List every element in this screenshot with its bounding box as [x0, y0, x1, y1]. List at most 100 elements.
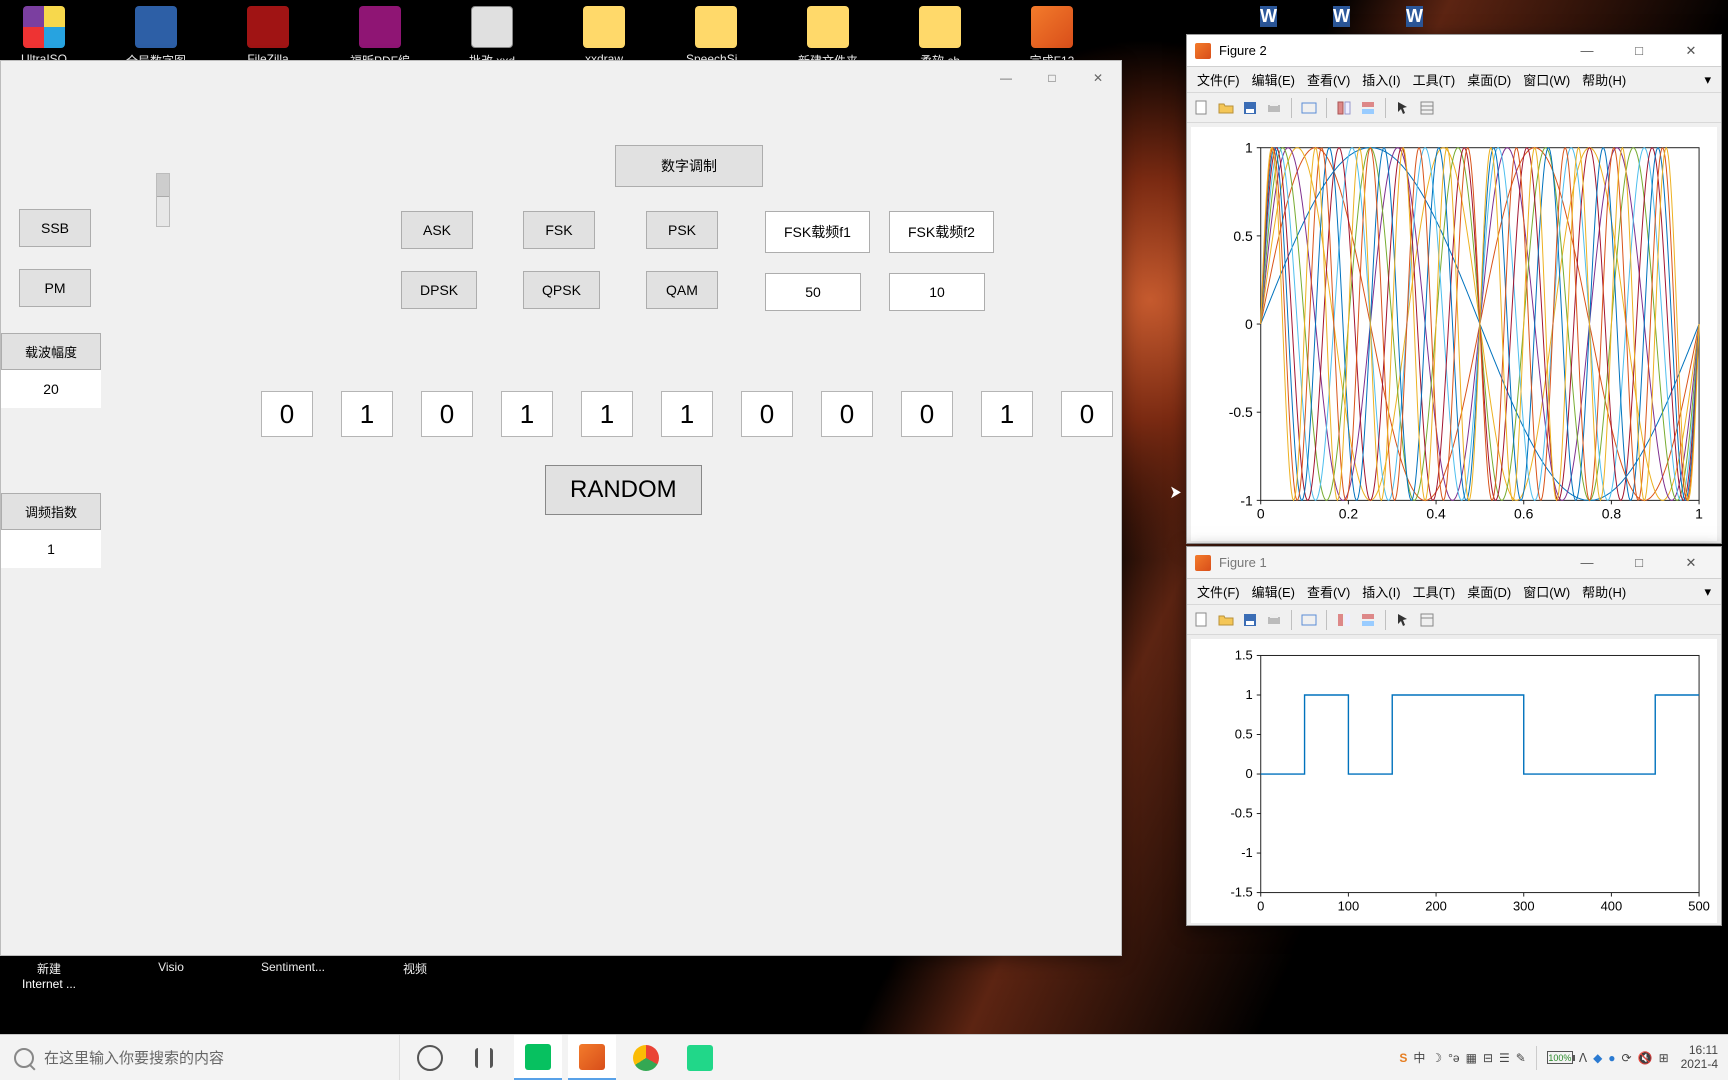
- bit-box[interactable]: 0: [261, 391, 313, 437]
- bit-box[interactable]: 1: [981, 391, 1033, 437]
- link-icon[interactable]: [1298, 97, 1320, 119]
- menu-window[interactable]: 窗口(W): [1519, 580, 1574, 603]
- link-icon[interactable]: [1298, 609, 1320, 631]
- menu-file[interactable]: 文件(F): [1193, 68, 1244, 91]
- menu-edit[interactable]: 编辑(E): [1248, 580, 1299, 603]
- wechat-taskbar-icon[interactable]: [514, 1035, 562, 1080]
- menu-help[interactable]: 帮助(H): [1578, 580, 1630, 603]
- minimize-button[interactable]: —: [1565, 43, 1609, 58]
- menu-edit[interactable]: 编辑(E): [1248, 68, 1299, 91]
- desktop-icon[interactable]: 视频: [380, 960, 450, 991]
- desktop-icon[interactable]: Sentiment...: [258, 960, 328, 991]
- dpsk-button[interactable]: DPSK: [401, 271, 477, 309]
- taskview-icon[interactable]: [406, 1035, 454, 1080]
- open-icon[interactable]: [1215, 97, 1237, 119]
- menu-insert[interactable]: 插入(I): [1358, 580, 1404, 603]
- bit-box[interactable]: 0: [1061, 391, 1113, 437]
- tray-icon[interactable]: ●: [1608, 1051, 1615, 1065]
- desktop-icon[interactable]: 新建 Internet ...: [14, 960, 84, 991]
- tray-icon[interactable]: ◆: [1593, 1051, 1602, 1065]
- dock1-icon[interactable]: [1333, 609, 1355, 631]
- menu-view[interactable]: 查看(V): [1303, 580, 1354, 603]
- menu-desktop[interactable]: 桌面(D): [1463, 580, 1515, 603]
- tray-icon[interactable]: ☰: [1499, 1051, 1510, 1065]
- carrier-f1-value[interactable]: 50: [765, 273, 861, 311]
- ask-button[interactable]: ASK: [401, 211, 473, 249]
- cortana-icon[interactable]: [460, 1035, 508, 1080]
- pycharm-taskbar-icon[interactable]: [676, 1035, 724, 1080]
- bit-box[interactable]: 0: [821, 391, 873, 437]
- desktop-icon[interactable]: Visio: [136, 960, 206, 991]
- menu-view[interactable]: 查看(V): [1303, 68, 1354, 91]
- qam-button[interactable]: QAM: [646, 271, 718, 309]
- desktop-icon-word[interactable]: W: [1260, 6, 1277, 27]
- volume-icon[interactable]: 🔇: [1638, 1051, 1653, 1065]
- pointer-icon[interactable]: [1392, 609, 1414, 631]
- battery-icon[interactable]: 100%: [1547, 1051, 1573, 1064]
- menu-file[interactable]: 文件(F): [1193, 580, 1244, 603]
- figure-1-axes[interactable]: 0100200300400500-1.5-1-0.500.511.5: [1191, 639, 1717, 923]
- minimize-button[interactable]: —: [1565, 555, 1609, 570]
- taskbar-clock[interactable]: 16:11 2021-4: [1681, 1044, 1718, 1070]
- qpsk-button[interactable]: QPSK: [523, 271, 600, 309]
- maximize-button[interactable]: □: [1617, 555, 1661, 570]
- menu-insert[interactable]: 插入(I): [1358, 68, 1404, 91]
- chrome-taskbar-icon[interactable]: [622, 1035, 670, 1080]
- pm-button[interactable]: PM: [19, 269, 91, 307]
- bit-box[interactable]: 1: [501, 391, 553, 437]
- dock2-icon[interactable]: [1357, 609, 1379, 631]
- matlab-taskbar-icon[interactable]: [568, 1035, 616, 1080]
- pointer-icon[interactable]: [1392, 97, 1414, 119]
- figure-2-titlebar[interactable]: Figure 2 — □ ✕: [1187, 35, 1721, 67]
- bit-box[interactable]: 0: [901, 391, 953, 437]
- digital-modulation-button[interactable]: 数字调制: [615, 145, 763, 187]
- tray-icon[interactable]: ⟳: [1622, 1051, 1632, 1065]
- carrier-f2-value[interactable]: 10: [889, 273, 985, 311]
- figure-1-titlebar[interactable]: Figure 1 — □ ✕: [1187, 547, 1721, 579]
- desktop-icon-word[interactable]: W: [1333, 6, 1350, 27]
- bit-box[interactable]: 1: [341, 391, 393, 437]
- maximize-button[interactable]: □: [1617, 43, 1661, 58]
- bit-box[interactable]: 0: [421, 391, 473, 437]
- new-icon[interactable]: [1191, 97, 1213, 119]
- bit-box[interactable]: 0: [741, 391, 793, 437]
- taskbar-search[interactable]: 在这里输入你要搜索的内容: [0, 1035, 400, 1080]
- figure-2-axes[interactable]: 00.20.40.60.81-1-0.500.51: [1191, 127, 1717, 541]
- psk-button[interactable]: PSK: [646, 211, 718, 249]
- fsk-f2-input[interactable]: FSK载频f2: [889, 211, 994, 253]
- bit-box[interactable]: 1: [661, 391, 713, 437]
- tray-icon[interactable]: ⊟: [1483, 1051, 1493, 1065]
- save-icon[interactable]: [1239, 609, 1261, 631]
- bit-box[interactable]: 1: [581, 391, 633, 437]
- tray-icon[interactable]: ▦: [1466, 1051, 1477, 1065]
- fsk-button[interactable]: FSK: [523, 211, 595, 249]
- menu-help[interactable]: 帮助(H): [1578, 68, 1630, 91]
- print-icon[interactable]: [1263, 97, 1285, 119]
- save-icon[interactable]: [1239, 97, 1261, 119]
- vertical-slider[interactable]: [156, 173, 170, 227]
- close-button[interactable]: ✕: [1075, 61, 1121, 95]
- dock1-icon[interactable]: [1333, 97, 1355, 119]
- dock2-icon[interactable]: [1357, 97, 1379, 119]
- menu-tools[interactable]: 工具(T): [1409, 580, 1460, 603]
- minimize-button[interactable]: —: [983, 61, 1029, 95]
- open-icon[interactable]: [1215, 609, 1237, 631]
- ssb-button[interactable]: SSB: [19, 209, 91, 247]
- close-button[interactable]: ✕: [1669, 43, 1713, 59]
- fm-index-value[interactable]: 1: [1, 530, 101, 568]
- tray-icon[interactable]: S: [1399, 1051, 1407, 1065]
- desktop-icon-word[interactable]: W: [1406, 6, 1423, 27]
- print-icon[interactable]: [1263, 609, 1285, 631]
- carrier-amplitude-value[interactable]: 20: [1, 370, 101, 408]
- maximize-button[interactable]: □: [1029, 61, 1075, 95]
- menu-tools[interactable]: 工具(T): [1409, 68, 1460, 91]
- tray-icon[interactable]: °ə: [1448, 1051, 1459, 1065]
- fsk-f1-input[interactable]: FSK载频f1: [765, 211, 870, 253]
- menu-desktop[interactable]: 桌面(D): [1463, 68, 1515, 91]
- tray-icon[interactable]: ☽: [1431, 1051, 1442, 1065]
- close-button[interactable]: ✕: [1669, 555, 1713, 571]
- props-icon[interactable]: [1416, 609, 1438, 631]
- props-icon[interactable]: [1416, 97, 1438, 119]
- menu-window[interactable]: 窗口(W): [1519, 68, 1574, 91]
- random-button[interactable]: RANDOM: [545, 465, 702, 515]
